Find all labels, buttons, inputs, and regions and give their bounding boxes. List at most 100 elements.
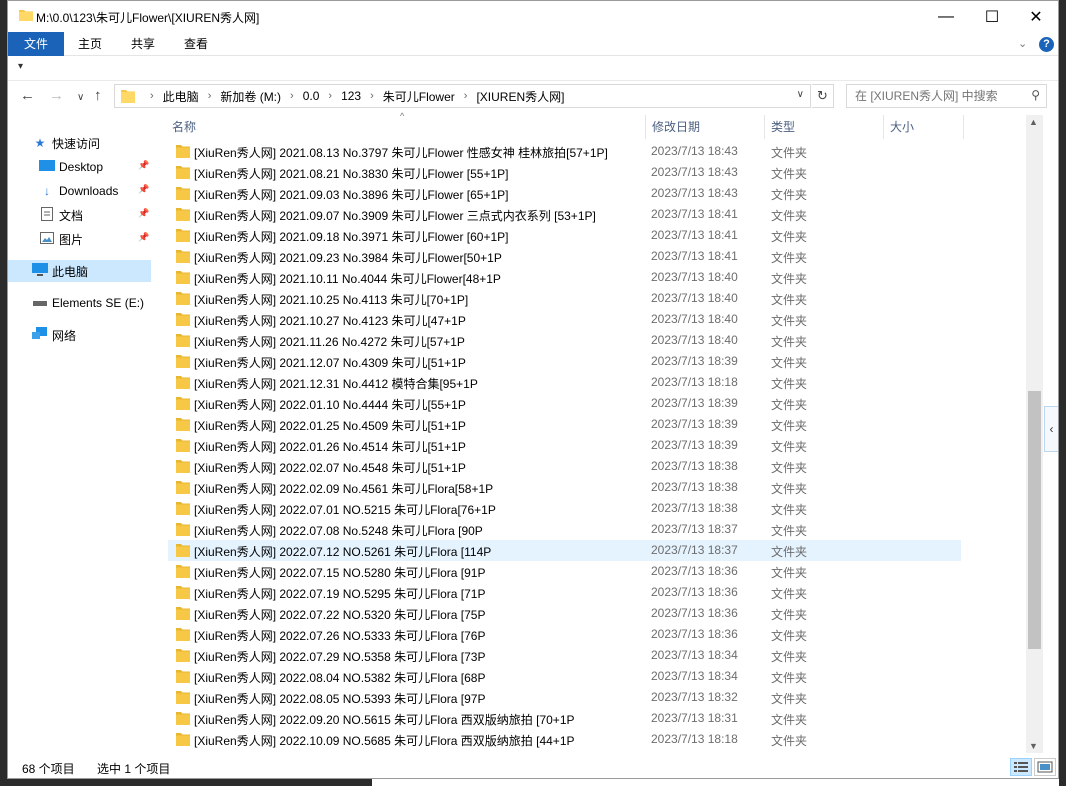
file-name: [XiuRen秀人网] 2021.12.07 No.4309 朱可儿[51+1P — [194, 356, 466, 370]
nav-documents[interactable]: 文档 📌 — [39, 204, 184, 226]
file-type: 文件夹 — [771, 671, 808, 685]
recent-locations-chevron-icon[interactable]: ∨ — [77, 92, 84, 103]
crumb-folder-flower[interactable]: 朱可儿Flower — [383, 88, 455, 105]
file-name: [XiuRen秀人网] 2021.10.25 No.4113 朱可儿[70+1P… — [194, 293, 469, 307]
search-icon[interactable]: ⚲ — [1031, 88, 1040, 102]
file-name: [XiuRen秀人网] 2022.08.05 NO.5393 朱可儿Flora … — [194, 692, 486, 706]
search-box[interactable]: ⚲ — [846, 84, 1047, 108]
folder-icon — [176, 438, 190, 455]
details-view-button[interactable] — [1010, 758, 1032, 776]
file-row[interactable]: [XiuRen秀人网] 2022.07.08 No.5248 朱可儿Flora … — [168, 519, 961, 540]
navigation-pane: ★ 快速访问 Desktop 📌 ↓ Downloads 📌 文档 📌 图片 📌… — [8, 113, 158, 753]
file-type: 文件夹 — [771, 377, 808, 391]
file-row[interactable]: [XiuRen秀人网] 2022.09.20 NO.5615 朱可儿Flora … — [168, 708, 961, 729]
customize-toolbar-icon[interactable]: ▾ — [18, 61, 23, 72]
tab-file[interactable]: 文件 — [8, 32, 64, 56]
scrollbar-thumb[interactable] — [1028, 391, 1041, 649]
nav-downloads[interactable]: ↓ Downloads 📌 — [39, 180, 184, 202]
nav-pictures[interactable]: 图片 📌 — [39, 228, 184, 250]
column-size[interactable]: 大小 — [884, 115, 964, 139]
help-icon[interactable]: ? — [1039, 37, 1054, 52]
file-name: [XiuRen秀人网] 2022.07.08 No.5248 朱可儿Flora … — [194, 524, 483, 538]
tab-view[interactable]: 查看 — [170, 32, 222, 56]
tab-home[interactable]: 主页 — [64, 32, 116, 56]
column-date[interactable]: 修改日期 — [646, 115, 765, 139]
file-row[interactable]: [XiuRen秀人网] 2021.10.27 No.4123 朱可儿[47+1P… — [168, 309, 961, 330]
file-date: 2023/7/13 18:38 — [651, 501, 738, 515]
file-row[interactable]: [XiuRen秀人网] 2022.07.22 NO.5320 朱可儿Flora … — [168, 603, 961, 624]
file-row[interactable]: [XiuRen秀人网] 2022.02.09 No.4561 朱可儿Flora[… — [168, 477, 961, 498]
pin-icon: 📌 — [138, 208, 150, 218]
forward-button[interactable]: → — [49, 87, 64, 104]
file-date: 2023/7/13 18:34 — [651, 648, 738, 662]
nav-drive-e[interactable]: Elements SE (E:) — [32, 292, 177, 314]
folder-icon — [176, 690, 190, 707]
crumb-this-pc[interactable]: 此电脑 — [163, 88, 199, 105]
address-dropdown-icon[interactable]: ∨ — [797, 89, 804, 100]
file-row[interactable]: [XiuRen秀人网] 2022.07.12 NO.5261 朱可儿Flora … — [168, 540, 961, 561]
crumb-drive[interactable]: 新加卷 (M:) — [220, 88, 281, 105]
file-row[interactable]: [XiuRen秀人网] 2022.07.26 NO.5333 朱可儿Flora … — [168, 624, 961, 645]
nav-quick-access[interactable]: ★ 快速访问 — [32, 132, 177, 154]
file-row[interactable]: [XiuRen秀人网] 2022.07.15 NO.5280 朱可儿Flora … — [168, 561, 961, 582]
chevron-right-icon[interactable]: › — [290, 90, 294, 102]
tab-share[interactable]: 共享 — [117, 32, 169, 56]
file-type: 文件夹 — [771, 566, 808, 580]
close-button[interactable]: ✕ — [1013, 1, 1058, 32]
file-row[interactable]: [XiuRen秀人网] 2021.12.07 No.4309 朱可儿[51+1P… — [168, 351, 961, 372]
large-icons-view-button[interactable] — [1034, 758, 1056, 776]
file-row[interactable]: [XiuRen秀人网] 2022.07.29 NO.5358 朱可儿Flora … — [168, 645, 961, 666]
back-button[interactable]: ← — [20, 87, 35, 104]
scroll-down-icon[interactable]: ▼ — [1029, 741, 1038, 751]
file-row[interactable]: [XiuRen秀人网] 2022.07.19 NO.5295 朱可儿Flora … — [168, 582, 961, 603]
file-row[interactable]: [XiuRen秀人网] 2022.07.01 NO.5215 朱可儿Flora[… — [168, 498, 961, 519]
scroll-up-icon[interactable]: ▲ — [1029, 117, 1038, 127]
chevron-right-icon[interactable]: › — [370, 90, 374, 102]
chevron-right-icon[interactable]: › — [208, 90, 212, 102]
file-row[interactable]: [XiuRen秀人网] 2021.11.26 No.4272 朱可儿[57+1P… — [168, 330, 961, 351]
file-row[interactable]: [XiuRen秀人网] 2022.01.25 No.4509 朱可儿[51+1P… — [168, 414, 961, 435]
search-input[interactable] — [847, 85, 1022, 107]
folder-icon — [176, 312, 190, 329]
file-name: [XiuRen秀人网] 2022.10.09 NO.5685 朱可儿Flora … — [194, 734, 575, 748]
file-row[interactable]: [XiuRen秀人网] 2021.12.31 No.4412 模特合集[95+1… — [168, 372, 961, 393]
file-row[interactable]: [XiuRen秀人网] 2022.08.05 NO.5393 朱可儿Flora … — [168, 687, 961, 708]
crumb-folder-123[interactable]: 123 — [341, 89, 361, 103]
file-row[interactable]: [XiuRen秀人网] 2022.02.07 No.4548 朱可儿[51+1P… — [168, 456, 961, 477]
file-row[interactable]: [XiuRen秀人网] 2022.08.04 NO.5382 朱可儿Flora … — [168, 666, 961, 687]
file-row[interactable]: [XiuRen秀人网] 2022.01.10 No.4444 朱可儿[55+1P… — [168, 393, 961, 414]
file-name: [XiuRen秀人网] 2022.07.29 NO.5358 朱可儿Flora … — [194, 650, 486, 664]
file-type: 文件夹 — [771, 167, 808, 181]
file-row[interactable]: [XiuRen秀人网] 2021.10.25 No.4113 朱可儿[70+1P… — [168, 288, 961, 309]
maximize-button[interactable]: ☐ — [969, 1, 1015, 32]
file-row[interactable]: [XiuRen秀人网] 2022.01.26 No.4514 朱可儿[51+1P… — [168, 435, 961, 456]
nav-desktop[interactable]: Desktop 📌 — [39, 156, 184, 178]
chevron-right-icon[interactable]: › — [328, 90, 332, 102]
file-row[interactable]: [XiuRen秀人网] 2021.10.11 No.4044 朱可儿Flower… — [168, 267, 961, 288]
nav-label: Downloads — [59, 184, 119, 198]
vertical-scrollbar[interactable]: ▲ ▼ — [1026, 115, 1043, 753]
file-row[interactable]: [XiuRen秀人网] 2021.08.13 No.3797 朱可儿Flower… — [168, 141, 961, 162]
up-button[interactable]: ↑ — [94, 87, 102, 104]
refresh-button[interactable]: ↻ — [812, 84, 834, 108]
file-row[interactable]: [XiuRen秀人网] 2021.09.07 No.3909 朱可儿Flower… — [168, 204, 961, 225]
preview-pane-toggle-icon[interactable]: ‹ — [1044, 406, 1058, 452]
file-row[interactable]: [XiuRen秀人网] 2021.09.18 No.3971 朱可儿Flower… — [168, 225, 961, 246]
file-row[interactable]: [XiuRen秀人网] 2021.08.21 No.3830 朱可儿Flower… — [168, 162, 961, 183]
address-bar[interactable]: › 此电脑 › 新加卷 (M:) › 0.0 › 123 › 朱可儿Flower… — [114, 84, 811, 108]
minimize-button[interactable]: — — [923, 1, 969, 32]
column-type[interactable]: 类型 — [765, 115, 884, 139]
crumb-folder-0-0[interactable]: 0.0 — [303, 89, 320, 103]
file-row[interactable]: [XiuRen秀人网] 2022.10.09 NO.5685 朱可儿Flora … — [168, 729, 961, 750]
file-row[interactable]: [XiuRen秀人网] 2021.09.03 No.3896 朱可儿Flower… — [168, 183, 961, 204]
column-name[interactable]: 名称 — [166, 115, 646, 139]
chevron-right-icon[interactable]: › — [464, 90, 468, 102]
nav-this-pc[interactable]: 此电脑 — [8, 260, 151, 282]
crumb-current[interactable]: [XIUREN秀人网] — [476, 88, 564, 105]
nav-network[interactable]: 网络 — [32, 324, 177, 346]
expand-ribbon-chevron-icon[interactable]: ⌄ — [1018, 37, 1027, 50]
nav-label: Desktop — [59, 160, 104, 174]
document-icon — [39, 206, 55, 224]
file-row[interactable]: [XiuRen秀人网] 2021.09.23 No.3984 朱可儿Flower… — [168, 246, 961, 267]
network-icon — [32, 326, 48, 344]
